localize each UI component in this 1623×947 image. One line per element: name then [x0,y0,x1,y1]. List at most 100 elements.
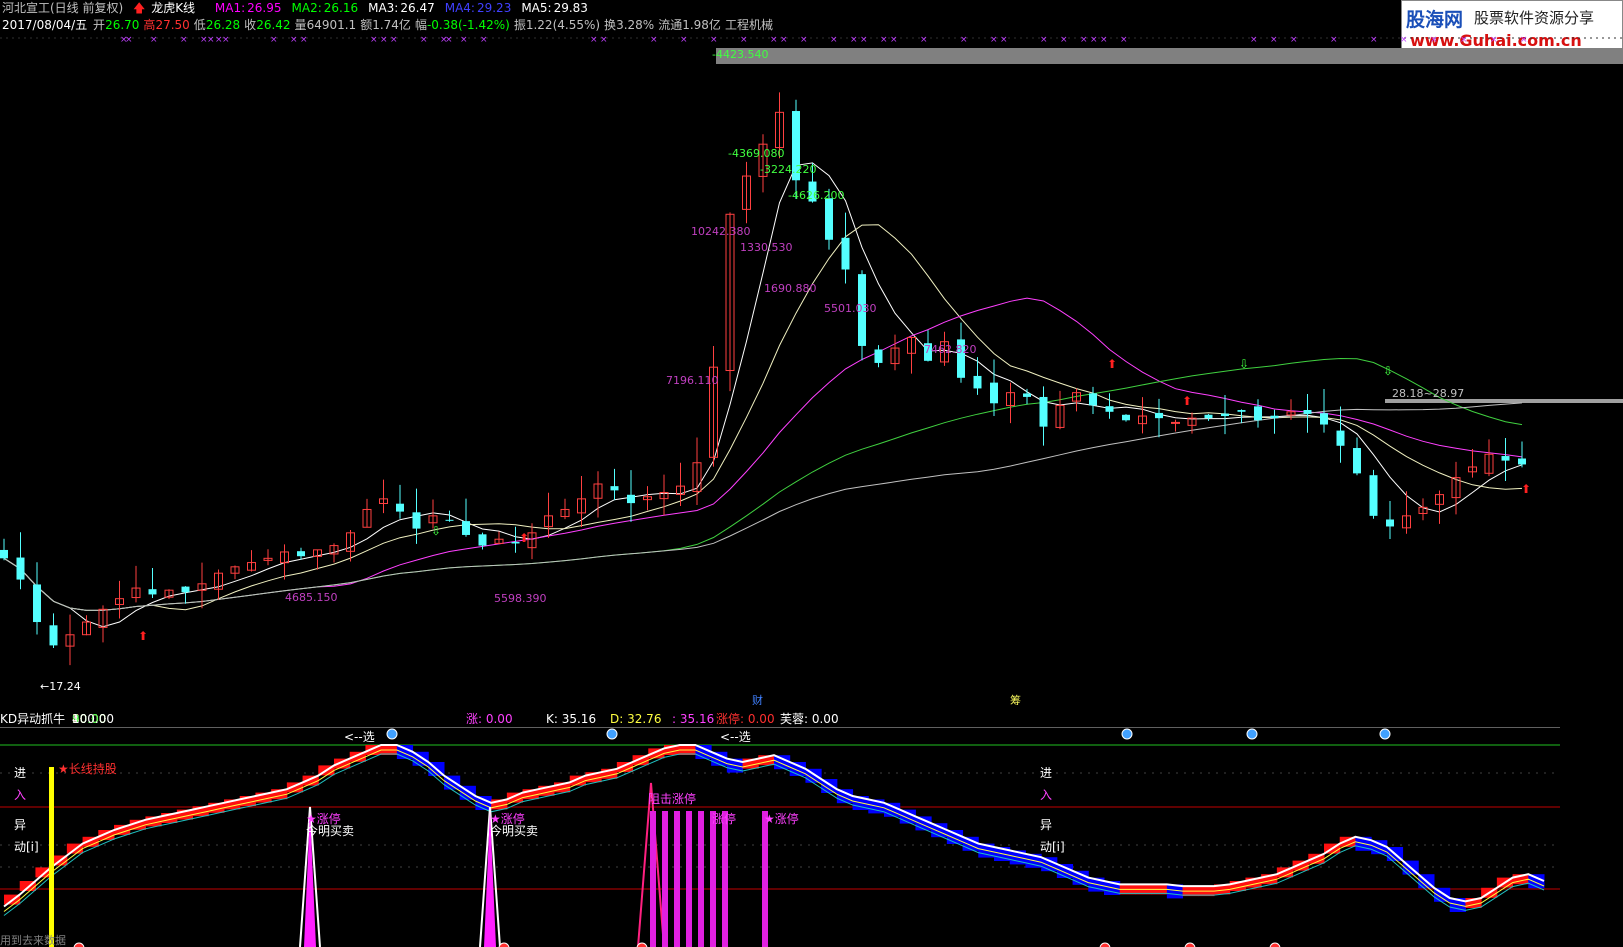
zhangting-label: 涨停 [712,811,736,826]
event-cross-mark: × [390,35,398,45]
event-cross-mark: × [1250,35,1258,45]
candle-body [148,589,157,595]
event-cross-mark: × [960,35,968,45]
event-cross-mark: × [380,35,388,45]
event-cross-mark: × [920,35,928,45]
candle-body [1501,456,1510,461]
zhangting-label: ★涨停 [764,811,799,826]
price-annotation: 5501.030 [824,302,877,315]
event-cross-mark: × [880,35,888,45]
ru-label: 入 [1040,788,1052,802]
event-cross-mark: × [1400,35,1408,45]
candle-body [1105,406,1114,412]
buy-arrow-icon: ⬆ [138,629,148,643]
zhangting-bar [762,811,768,947]
moving-average-line [3,297,1523,611]
select-ball-icon [1379,728,1391,740]
dong-label: 动[i] [14,840,39,854]
zhangting-bar [674,811,680,947]
zhangting-bar [686,811,692,947]
price-annotation: -4626.200 [788,189,844,202]
candle-body [181,586,190,593]
event-cross-mark: × [150,35,158,45]
event-cross-mark: × [1370,35,1378,45]
event-cross-mark: × [800,35,808,45]
candle-body [990,382,998,404]
chip-marker: 筹 [1010,693,1021,705]
candle-body [1353,448,1361,474]
select-label: <--选 [344,730,375,744]
candle-body [1039,396,1048,427]
price-annotation: 5598.390 [494,592,547,605]
select-ball-icon [606,728,618,740]
candle-body [1237,410,1246,412]
candle-body [627,494,635,504]
j-value: : 35.16 [672,712,715,726]
event-cross-mark: × [680,35,688,45]
event-cross-mark: × [740,35,748,45]
event-cross-mark: × [300,35,308,45]
jin-label: 进 [14,766,26,780]
candle-body [1303,409,1312,414]
moving-average-line [3,162,1523,628]
event-cross-mark: × [1100,35,1108,45]
event-cross-mark: × [1430,35,1438,45]
candle-body [1171,421,1180,424]
event-cross-mark: × [1040,35,1048,45]
event-cross-mark: × [710,35,718,45]
candle-body [1369,475,1378,516]
signal-ball-icon [1184,942,1196,947]
event-cross-mark: × [600,35,608,45]
price-annotation: 7462.820 [924,343,977,356]
jinming-label: 今明买卖 [490,823,538,838]
price-chart[interactable]: ×× × × × × × × × × × × × × × ×× × × × × × × × × × × × × × × × × × × × × × × ×… [0,0,1623,705]
signal-ball-icon [73,942,85,947]
event-cross-mark: × [850,35,858,45]
candle-body [462,521,470,535]
candle-body [874,349,883,363]
buy-arrow-icon: ⬆ [1107,357,1117,371]
candle-body [1023,393,1031,397]
event-cross-mark: × [180,35,188,45]
event-cross-mark: × [1460,35,1468,45]
candle-body [1270,415,1279,419]
sell-arrow-icon: ⇩ [1239,357,1249,371]
ru-label: 入 [14,788,26,802]
candle-body [1336,430,1345,446]
zhangting-bar [722,811,728,947]
candle-body [1386,519,1394,527]
indicator-name[interactable]: KD异动抓牛 [0,711,65,727]
sell-arrow-icon: ⇩ [431,524,441,538]
jin-label: 进 [1040,766,1052,780]
signal-ball-icon [1269,942,1281,947]
buy-arrow-icon: ⬆ [1182,394,1192,408]
price-annotation: 10242.380 [691,225,751,238]
candle-body [445,519,454,521]
zhang-value: 涨: 0.00 [466,712,513,726]
zhangting-value: 涨停: 0.00 [716,712,775,726]
zhangting-bar [650,811,656,947]
buy-arrow-icon: ⬆ [519,531,529,545]
event-cross-mark: × [860,35,868,45]
select-ball-icon [1246,728,1258,740]
d-value: D: 32.76 [610,712,662,726]
zhangting-bar [662,811,668,947]
candle-body [33,584,41,623]
event-cross-mark: × [1520,35,1528,45]
long-hold-label: ★长线持股 [58,761,117,776]
moving-average-line [3,224,1523,611]
event-cross-mark: × [990,35,998,45]
event-cross-mark: × [1270,35,1278,45]
candle-body [973,375,982,389]
yi-label: 异 [1040,818,1052,832]
yi-label: 异 [14,818,26,832]
event-cross-mark: × [480,35,488,45]
candle-body [841,237,850,270]
moving-average-line [3,357,1523,611]
event-cross-mark: × [370,35,378,45]
event-cross-mark: × [1290,35,1298,45]
finance-marker: 财 [752,693,763,705]
kd-indicator-chart[interactable]: <--选 <--选★长线持股进入异动[i]进入异动[i]★涨停今明买卖★涨停今明买… [0,727,1623,947]
candle-body [610,486,619,491]
jinming-label: 今明买卖 [306,823,354,838]
